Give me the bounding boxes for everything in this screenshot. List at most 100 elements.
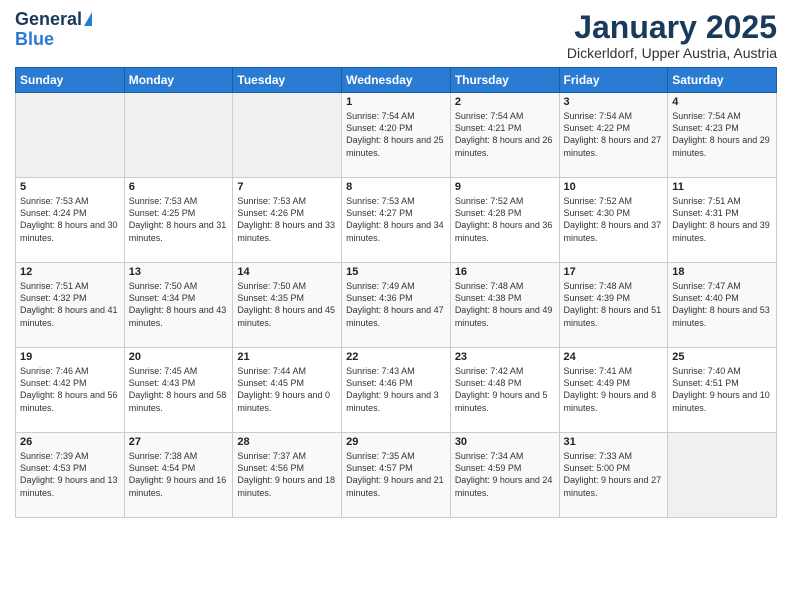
day-info: Sunrise: 7:41 AM Sunset: 4:49 PM Dayligh… xyxy=(564,365,664,414)
day-number: 20 xyxy=(129,351,229,363)
day-number: 8 xyxy=(346,181,446,193)
day-cell-2-5: 17 Sunrise: 7:48 AM Sunset: 4:39 PM Dayli… xyxy=(559,263,668,348)
day-info: Sunrise: 7:53 AM Sunset: 4:24 PM Dayligh… xyxy=(20,195,120,244)
day-info: Sunrise: 7:34 AM Sunset: 4:59 PM Dayligh… xyxy=(455,450,555,499)
day-cell-0-1 xyxy=(124,93,233,178)
day-cell-1-2: 7 Sunrise: 7:53 AM Sunset: 4:26 PM Daylig… xyxy=(233,178,342,263)
month-title: January 2025 xyxy=(567,10,777,45)
day-cell-1-6: 11 Sunrise: 7:51 AM Sunset: 4:31 PM Dayli… xyxy=(668,178,777,263)
day-info: Sunrise: 7:51 AM Sunset: 4:32 PM Dayligh… xyxy=(20,280,120,329)
day-cell-3-4: 23 Sunrise: 7:42 AM Sunset: 4:48 PM Dayli… xyxy=(450,348,559,433)
day-info: Sunrise: 7:53 AM Sunset: 4:25 PM Dayligh… xyxy=(129,195,229,244)
calendar-table: Sunday Monday Tuesday Wednesday Thursday… xyxy=(15,67,777,518)
day-number: 7 xyxy=(237,181,337,193)
day-number: 22 xyxy=(346,351,446,363)
col-sunday: Sunday xyxy=(16,68,125,93)
col-tuesday: Tuesday xyxy=(233,68,342,93)
day-cell-3-0: 19 Sunrise: 7:46 AM Sunset: 4:42 PM Dayli… xyxy=(16,348,125,433)
logo-icon xyxy=(84,12,92,26)
day-info: Sunrise: 7:54 AM Sunset: 4:23 PM Dayligh… xyxy=(672,110,772,159)
day-number: 2 xyxy=(455,96,555,108)
day-info: Sunrise: 7:40 AM Sunset: 4:51 PM Dayligh… xyxy=(672,365,772,414)
day-number: 9 xyxy=(455,181,555,193)
day-number: 17 xyxy=(564,266,664,278)
day-cell-1-0: 5Sunrise: 7:53 AM Sunset: 4:24 PM Daylig… xyxy=(16,178,125,263)
day-number: 30 xyxy=(455,436,555,448)
day-info: Sunrise: 7:49 AM Sunset: 4:36 PM Dayligh… xyxy=(346,280,446,329)
logo: General Blue xyxy=(15,10,92,50)
day-info: Sunrise: 7:48 AM Sunset: 4:38 PM Dayligh… xyxy=(455,280,555,329)
day-number: 21 xyxy=(237,351,337,363)
day-cell-3-1: 20 Sunrise: 7:45 AM Sunset: 4:43 PM Dayli… xyxy=(124,348,233,433)
day-cell-0-3: 1Sunrise: 7:54 AM Sunset: 4:20 PM Daylig… xyxy=(342,93,451,178)
day-cell-1-1: 6 Sunrise: 7:53 AM Sunset: 4:25 PM Daylig… xyxy=(124,178,233,263)
day-number: 13 xyxy=(129,266,229,278)
col-wednesday: Wednesday xyxy=(342,68,451,93)
day-info: Sunrise: 7:39 AM Sunset: 4:53 PM Dayligh… xyxy=(20,450,120,499)
day-info: Sunrise: 7:44 AM Sunset: 4:45 PM Dayligh… xyxy=(237,365,337,414)
day-number: 23 xyxy=(455,351,555,363)
day-cell-3-6: 25Sunrise: 7:40 AM Sunset: 4:51 PM Dayli… xyxy=(668,348,777,433)
day-cell-4-4: 30 Sunrise: 7:34 AM Sunset: 4:59 PM Dayli… xyxy=(450,433,559,518)
day-info: Sunrise: 7:52 AM Sunset: 4:30 PM Dayligh… xyxy=(564,195,664,244)
subtitle: Dickerldorf, Upper Austria, Austria xyxy=(567,45,777,61)
day-info: Sunrise: 7:50 AM Sunset: 4:34 PM Dayligh… xyxy=(129,280,229,329)
day-number: 31 xyxy=(564,436,664,448)
day-info: Sunrise: 7:50 AM Sunset: 4:35 PM Dayligh… xyxy=(237,280,337,329)
day-number: 11 xyxy=(672,181,772,193)
day-number: 3 xyxy=(564,96,664,108)
day-cell-4-6 xyxy=(668,433,777,518)
day-cell-0-6: 4 Sunrise: 7:54 AM Sunset: 4:23 PM Daylig… xyxy=(668,93,777,178)
day-number: 19 xyxy=(20,351,120,363)
day-info: Sunrise: 7:54 AM Sunset: 4:21 PM Dayligh… xyxy=(455,110,555,159)
logo-general-text: General xyxy=(15,10,82,30)
day-cell-4-1: 27Sunrise: 7:38 AM Sunset: 4:54 PM Dayli… xyxy=(124,433,233,518)
day-info: Sunrise: 7:33 AM Sunset: 5:00 PM Dayligh… xyxy=(564,450,664,499)
day-cell-2-4: 16 Sunrise: 7:48 AM Sunset: 4:38 PM Dayli… xyxy=(450,263,559,348)
day-cell-2-2: 14 Sunrise: 7:50 AM Sunset: 4:35 PM Dayli… xyxy=(233,263,342,348)
day-number: 14 xyxy=(237,266,337,278)
week-row-2: 5Sunrise: 7:53 AM Sunset: 4:24 PM Daylig… xyxy=(16,178,777,263)
day-cell-4-2: 28 Sunrise: 7:37 AM Sunset: 4:56 PM Dayli… xyxy=(233,433,342,518)
day-cell-2-6: 18Sunrise: 7:47 AM Sunset: 4:40 PM Dayli… xyxy=(668,263,777,348)
day-info: Sunrise: 7:51 AM Sunset: 4:31 PM Dayligh… xyxy=(672,195,772,244)
day-cell-4-0: 26 Sunrise: 7:39 AM Sunset: 4:53 PM Dayli… xyxy=(16,433,125,518)
day-number: 26 xyxy=(20,436,120,448)
col-thursday: Thursday xyxy=(450,68,559,93)
title-block: January 2025 Dickerldorf, Upper Austria,… xyxy=(567,10,777,61)
day-info: Sunrise: 7:53 AM Sunset: 4:27 PM Dayligh… xyxy=(346,195,446,244)
calendar-header-row: Sunday Monday Tuesday Wednesday Thursday… xyxy=(16,68,777,93)
day-info: Sunrise: 7:42 AM Sunset: 4:48 PM Dayligh… xyxy=(455,365,555,414)
day-info: Sunrise: 7:37 AM Sunset: 4:56 PM Dayligh… xyxy=(237,450,337,499)
day-number: 10 xyxy=(564,181,664,193)
day-number: 18 xyxy=(672,266,772,278)
day-number: 12 xyxy=(20,266,120,278)
week-row-1: 1Sunrise: 7:54 AM Sunset: 4:20 PM Daylig… xyxy=(16,93,777,178)
day-number: 28 xyxy=(237,436,337,448)
col-monday: Monday xyxy=(124,68,233,93)
day-cell-0-5: 3Sunrise: 7:54 AM Sunset: 4:22 PM Daylig… xyxy=(559,93,668,178)
day-number: 6 xyxy=(129,181,229,193)
day-number: 4 xyxy=(672,96,772,108)
day-info: Sunrise: 7:52 AM Sunset: 4:28 PM Dayligh… xyxy=(455,195,555,244)
logo-blue-text: Blue xyxy=(15,30,54,50)
week-row-4: 19 Sunrise: 7:46 AM Sunset: 4:42 PM Dayli… xyxy=(16,348,777,433)
day-cell-2-1: 13 Sunrise: 7:50 AM Sunset: 4:34 PM Dayli… xyxy=(124,263,233,348)
day-info: Sunrise: 7:48 AM Sunset: 4:39 PM Dayligh… xyxy=(564,280,664,329)
day-info: Sunrise: 7:46 AM Sunset: 4:42 PM Dayligh… xyxy=(20,365,120,414)
day-info: Sunrise: 7:45 AM Sunset: 4:43 PM Dayligh… xyxy=(129,365,229,414)
week-row-5: 26 Sunrise: 7:39 AM Sunset: 4:53 PM Dayli… xyxy=(16,433,777,518)
day-info: Sunrise: 7:54 AM Sunset: 4:20 PM Dayligh… xyxy=(346,110,446,159)
page-container: General Blue January 2025 Dickerldorf, U… xyxy=(0,0,792,528)
day-number: 16 xyxy=(455,266,555,278)
day-number: 24 xyxy=(564,351,664,363)
week-row-3: 12 Sunrise: 7:51 AM Sunset: 4:32 PM Dayli… xyxy=(16,263,777,348)
day-info: Sunrise: 7:38 AM Sunset: 4:54 PM Dayligh… xyxy=(129,450,229,499)
day-cell-4-3: 29Sunrise: 7:35 AM Sunset: 4:57 PM Dayli… xyxy=(342,433,451,518)
day-cell-4-5: 31 Sunrise: 7:33 AM Sunset: 5:00 PM Dayli… xyxy=(559,433,668,518)
day-cell-3-3: 22 Sunrise: 7:43 AM Sunset: 4:46 PM Dayli… xyxy=(342,348,451,433)
day-cell-2-3: 15Sunrise: 7:49 AM Sunset: 4:36 PM Dayli… xyxy=(342,263,451,348)
day-info: Sunrise: 7:43 AM Sunset: 4:46 PM Dayligh… xyxy=(346,365,446,414)
day-info: Sunrise: 7:53 AM Sunset: 4:26 PM Dayligh… xyxy=(237,195,337,244)
day-info: Sunrise: 7:35 AM Sunset: 4:57 PM Dayligh… xyxy=(346,450,446,499)
